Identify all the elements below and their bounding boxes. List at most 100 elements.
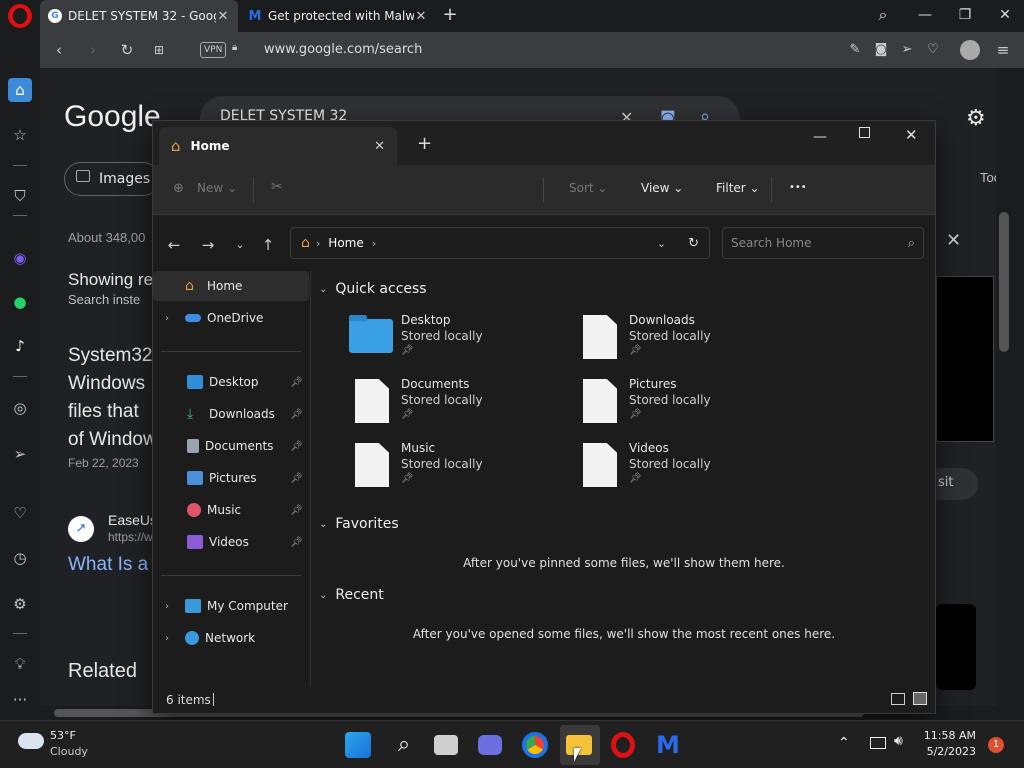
favorites-header[interactable]: ⌄ Favorites <box>319 516 399 532</box>
weather-desc[interactable]: Cloudy <box>50 745 88 758</box>
explorer-search-input[interactable]: Search Home ⌕ <box>722 227 924 259</box>
flow-send-icon[interactable]: ➢ <box>8 442 32 466</box>
new-button[interactable]: New ⌄ <box>197 181 237 195</box>
star-icon[interactable]: ☆ <box>8 123 32 147</box>
heart-icon[interactable]: ♡ <box>8 501 32 525</box>
refresh-icon[interactable]: ↻ <box>688 236 699 251</box>
explorer-tab-home[interactable]: ⌂ Home ✕ <box>159 127 397 165</box>
edit-icon[interactable]: ✎ <box>844 40 866 60</box>
notification-badge[interactable]: 1 <box>988 737 1004 753</box>
search-icon[interactable]: ⌕ <box>390 731 418 759</box>
forward-arrow-icon[interactable]: → <box>197 235 219 255</box>
nav-item-pictures[interactable]: Pictures 📌︎ <box>153 463 309 493</box>
back-icon[interactable]: ‹ <box>48 40 70 60</box>
close-panel-icon[interactable]: ✕ <box>946 230 961 251</box>
pin-icon[interactable]: 📌︎ <box>290 505 303 516</box>
close-tab-icon[interactable]: ✕ <box>374 139 385 154</box>
menu-icon[interactable]: ≡ <box>992 40 1014 60</box>
tabs-grid-icon[interactable]: ⊞ <box>148 40 170 60</box>
more-icon[interactable]: ··· <box>8 688 32 712</box>
tab-search-icon[interactable]: ⌕ <box>868 4 898 26</box>
filter-button[interactable]: Filter ⌄ <box>716 181 760 195</box>
heart-icon[interactable]: ♡ <box>922 40 944 60</box>
settings-icon[interactable]: ⚙ <box>8 592 32 616</box>
new-tab-button[interactable]: + <box>417 133 432 154</box>
chrome-icon[interactable] <box>522 732 548 758</box>
windows-start-icon[interactable] <box>345 732 371 758</box>
cut-icon[interactable]: ✂ <box>271 179 283 195</box>
address-segment-home[interactable]: Home <box>328 236 363 250</box>
view-button[interactable]: View ⌄ <box>641 181 683 195</box>
minimize-icon[interactable]: — <box>910 4 940 26</box>
page-scrollbar[interactable] <box>996 68 1012 706</box>
video-thumbnail[interactable] <box>936 604 976 690</box>
recent-locations-icon[interactable]: ⌄ <box>229 235 251 255</box>
thumbnail-image[interactable] <box>936 276 994 442</box>
bag-icon[interactable]: ⛉ <box>8 184 32 208</box>
sort-button[interactable]: Sort ⌄ <box>569 181 607 195</box>
vpn-badge[interactable]: VPN <box>200 42 227 58</box>
weather-temp[interactable]: 53°F <box>50 729 76 742</box>
nav-item-documents[interactable]: Documents 📌︎ <box>153 431 309 461</box>
quick-item-desktop[interactable]: Desktop Stored locally 📌︎ <box>349 313 579 369</box>
chevron-right-icon[interactable]: › <box>372 237 376 250</box>
malwarebytes-icon[interactable]: M <box>654 731 682 759</box>
teams-chat-icon[interactable] <box>478 735 502 755</box>
gear-icon[interactable]: ⚙ <box>966 106 986 131</box>
quick-access-header[interactable]: ⌄ Quick access <box>319 281 427 297</box>
quick-item-pictures[interactable]: Pictures Stored locally 📌︎ <box>577 377 807 433</box>
nav-item-desktop[interactable]: Desktop 📌︎ <box>153 367 309 397</box>
quick-item-music[interactable]: Music Stored locally 📌︎ <box>349 441 579 497</box>
explorer-address-bar[interactable]: ⌂ › Home › ⌄ ↻ <box>290 227 710 259</box>
tiles-view-icon[interactable] <box>913 692 927 705</box>
url-field[interactable]: www.google.com/search <box>264 42 422 57</box>
network-tray-icon[interactable] <box>870 737 886 749</box>
history-icon[interactable]: ◷ <box>8 546 32 570</box>
new-tab-button[interactable]: + <box>440 4 460 26</box>
opera-logo-icon[interactable] <box>8 4 32 28</box>
up-arrow-icon[interactable]: ↑ <box>257 235 279 255</box>
nav-item-onedrive[interactable]: › OneDrive <box>153 303 309 333</box>
chevron-down-icon[interactable]: ⌄ <box>319 284 327 295</box>
nav-item-downloads[interactable]: ⤓ Downloads 📌︎ <box>153 399 309 429</box>
pin-icon[interactable]: 📌︎ <box>290 537 303 548</box>
task-view-icon[interactable] <box>434 735 458 755</box>
restore-icon[interactable]: ❐ <box>950 4 980 26</box>
chevron-right-icon[interactable]: › <box>165 633 177 644</box>
chevron-down-icon[interactable]: ⌄ <box>319 519 327 530</box>
search-instead-text[interactable]: Search inste <box>68 292 140 307</box>
player-icon[interactable]: ◎ <box>8 396 32 420</box>
quick-item-documents[interactable]: Documents Stored locally 📌︎ <box>349 377 579 433</box>
pin-icon[interactable]: 📌︎ <box>290 409 303 420</box>
pin-icon[interactable]: 📌︎ <box>290 473 303 484</box>
browser-tab-google[interactable]: G DELET SYSTEM 32 - Google ✕ <box>40 0 238 32</box>
chevron-down-icon[interactable]: ⌄ <box>319 590 327 601</box>
quick-item-videos[interactable]: Videos Stored locally 📌︎ <box>577 441 807 497</box>
maximize-icon[interactable] <box>859 127 870 138</box>
chevron-right-icon[interactable]: › <box>165 313 177 324</box>
back-arrow-icon[interactable]: ← <box>163 235 185 255</box>
close-tab-icon[interactable]: ✕ <box>414 9 428 24</box>
nav-item-videos[interactable]: Videos 📌︎ <box>153 527 309 557</box>
cloud-icon[interactable] <box>18 733 44 749</box>
home-icon[interactable]: ⌂ <box>8 78 32 102</box>
chevron-right-icon[interactable]: › <box>165 601 177 612</box>
pin-icon[interactable]: 📌︎ <box>290 377 303 388</box>
nav-item-home[interactable]: ⌂ Home <box>153 271 309 301</box>
more-options-button[interactable]: ••• <box>789 182 807 193</box>
minimize-icon[interactable]: — <box>813 129 827 145</box>
details-view-icon[interactable] <box>891 693 905 705</box>
lightbulb-icon[interactable]: 💡︎ <box>8 652 32 676</box>
clock-time[interactable]: 11:58 AM <box>914 729 976 742</box>
scrollbar-thumb[interactable] <box>999 212 1009 352</box>
quick-item-downloads[interactable]: Downloads Stored locally 📌︎ <box>577 313 807 369</box>
tiktok-icon[interactable]: ♪ <box>8 334 32 358</box>
clock-date[interactable]: 5/2/2023 <box>914 745 976 758</box>
pin-icon[interactable]: 📌︎ <box>290 441 303 452</box>
messenger-icon[interactable]: ◉ <box>8 246 32 270</box>
recent-header[interactable]: ⌄ Recent <box>319 587 384 603</box>
google-logo[interactable]: Google <box>64 100 161 134</box>
nav-item-music[interactable]: Music 📌︎ <box>153 495 309 525</box>
opera-icon[interactable] <box>611 732 635 758</box>
browser-tab-malwarebytes[interactable]: M Get protected with Malwar ✕ <box>240 0 436 32</box>
